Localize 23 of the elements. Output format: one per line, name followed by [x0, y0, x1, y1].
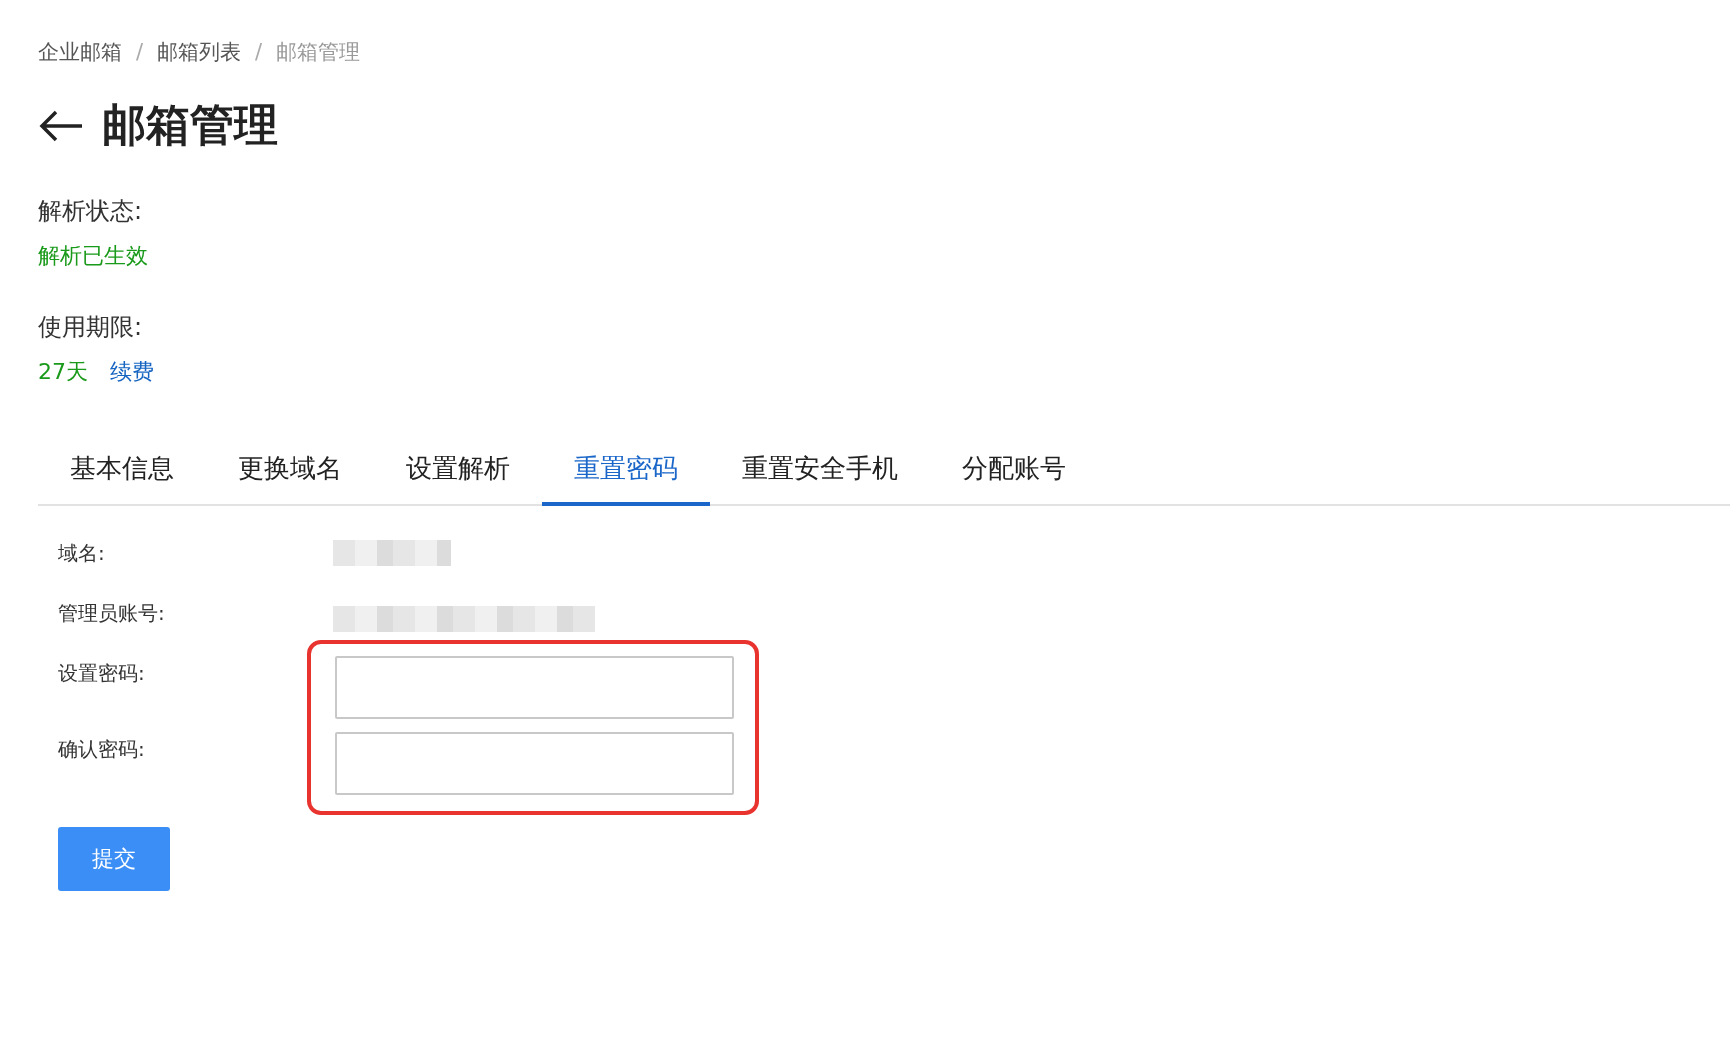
password-field[interactable]: [335, 656, 734, 719]
tab[interactable]: 重置密码: [542, 437, 710, 506]
breadcrumb-separator: /: [136, 40, 144, 64]
breadcrumb-separator: /: [255, 40, 263, 64]
tab[interactable]: 设置解析: [374, 437, 542, 506]
password-field[interactable]: [335, 732, 734, 795]
page-title: 邮箱管理: [102, 98, 278, 152]
field-label: 使用期限:: [38, 312, 144, 343]
tab[interactable]: 分配账号: [930, 437, 1098, 506]
field-label: 域名:: [58, 540, 105, 567]
tab[interactable]: 重置安全手机: [710, 437, 930, 506]
tab[interactable]: 基本信息: [38, 437, 206, 506]
field-label: 管理员账号:: [58, 600, 165, 627]
tab[interactable]: 更换域名: [206, 437, 374, 506]
status-text: 27天: [38, 358, 88, 386]
status-text: 解析已生效: [38, 242, 148, 270]
breadcrumb-link[interactable]: 企业邮箱: [38, 38, 122, 66]
field-label: 确认密码:: [58, 736, 145, 763]
breadcrumb-link[interactable]: 邮箱列表: [157, 38, 242, 66]
field-label: 解析状态:: [38, 196, 144, 227]
back-arrow-icon[interactable]: [38, 108, 84, 143]
field-label: 设置密码:: [58, 660, 145, 687]
renew-link[interactable]: 续费: [110, 357, 154, 387]
